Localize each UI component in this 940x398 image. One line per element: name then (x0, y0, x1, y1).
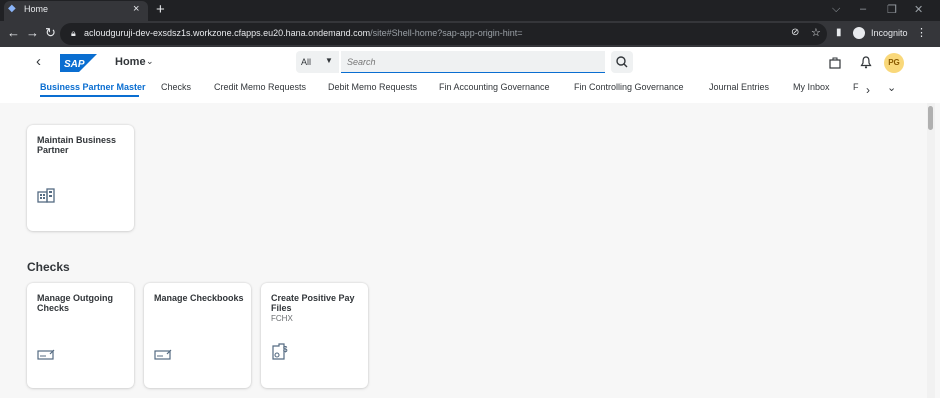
reload-icon[interactable]: ↻ (45, 25, 56, 41)
tabs-next-icon[interactable]: › (866, 83, 870, 97)
sap-logo-text: SAP (64, 59, 85, 70)
home-menu[interactable]: Home (115, 56, 146, 68)
url-text[interactable]: acloudguruji-dev-exsdsz1s.workzone.cfapp… (84, 28, 523, 38)
tab-favicon-icon: ◆ (8, 3, 16, 14)
checkbook-icon (154, 349, 172, 360)
building-icon (37, 188, 55, 203)
tile-title: Maintain Business Partner (37, 135, 117, 155)
tab-search-icon[interactable]: ⌵ (832, 3, 840, 16)
search-icon (616, 56, 628, 68)
document-dollar-icon: $ (272, 343, 288, 360)
scrollbar-thumb[interactable] (928, 106, 933, 130)
sap-logo[interactable]: SAP (60, 54, 97, 72)
chevron-down-icon[interactable]: ⌄ (146, 56, 154, 67)
briefcase-icon[interactable] (829, 57, 841, 69)
tile-title: Manage Checkbooks (154, 293, 244, 303)
search-input[interactable] (341, 51, 605, 73)
svg-text:$: $ (283, 345, 288, 354)
active-tab-indicator (40, 95, 139, 97)
tab-my-inbox[interactable]: My Inbox (793, 82, 830, 92)
back-icon[interactable]: ← (7, 25, 20, 40)
browser-menu-icon[interactable]: ⋮ (916, 26, 927, 39)
tab-fin-accounting-governance[interactable]: Fin Accounting Governance (439, 82, 550, 92)
tab-credit-memo-requests[interactable]: Credit Memo Requests (214, 82, 306, 92)
tab-overflow-partial[interactable]: F (853, 82, 859, 92)
new-tab-button[interactable]: + (156, 1, 165, 18)
scrollbar-track[interactable] (927, 103, 935, 398)
check-icon (37, 349, 55, 360)
minimize-button[interactable]: – (860, 3, 866, 15)
page-content (0, 103, 926, 398)
tile-title: Manage Outgoing Checks (37, 293, 113, 313)
tab-debit-memo-requests[interactable]: Debit Memo Requests (328, 82, 417, 92)
shell-back-button[interactable]: ‹ (36, 53, 41, 70)
chevron-down-icon[interactable]: ▼ (325, 56, 333, 65)
tab-business-partner-master[interactable]: Business Partner Master (40, 82, 146, 92)
tab-journal-entries[interactable]: Journal Entries (709, 82, 769, 92)
tile-create-positive-pay-files[interactable]: Create Positive Pay Files FCHX $ (261, 283, 368, 388)
url-host: acloudguruji-dev-exsdsz1s.workzone.cfapp… (84, 28, 371, 38)
eye-off-icon[interactable]: ⊘ (791, 27, 799, 38)
incognito-label[interactable]: Incognito (871, 28, 908, 38)
url-path: /site#Shell-home?sap-app-origin-hint= (370, 28, 523, 38)
tabs-more-icon[interactable]: ⌄ (887, 81, 896, 94)
close-window-button[interactable]: ✕ (914, 3, 923, 16)
tile-subtitle: FCHX (271, 314, 293, 323)
search-button[interactable] (611, 51, 633, 73)
search-scope-label[interactable]: All (301, 57, 311, 67)
bell-icon[interactable] (860, 56, 872, 69)
tab-close-icon[interactable]: × (133, 3, 139, 15)
tab-checks[interactable]: Checks (161, 82, 191, 92)
star-icon[interactable]: ☆ (811, 26, 821, 39)
tab-fin-controlling-governance[interactable]: Fin Controlling Governance (574, 82, 684, 92)
lock-icon[interactable]: 🔒︎ (71, 28, 76, 39)
forward-icon[interactable]: → (26, 25, 39, 40)
avatar-initials[interactable]: PG (887, 58, 901, 67)
section-title-checks: Checks (27, 260, 70, 274)
restore-button[interactable]: ❐ (887, 3, 897, 16)
tile-title: Create Positive Pay Files (271, 293, 355, 313)
tile-maintain-business-partner[interactable]: Maintain Business Partner (27, 125, 134, 231)
tile-manage-outgoing-checks[interactable]: Manage Outgoing Checks (27, 283, 134, 388)
incognito-icon[interactable] (853, 27, 865, 39)
tab-title: Home (24, 4, 49, 14)
tile-manage-checkbooks[interactable]: Manage Checkbooks (144, 283, 251, 388)
side-panel-icon[interactable]: ▮ (836, 27, 842, 38)
